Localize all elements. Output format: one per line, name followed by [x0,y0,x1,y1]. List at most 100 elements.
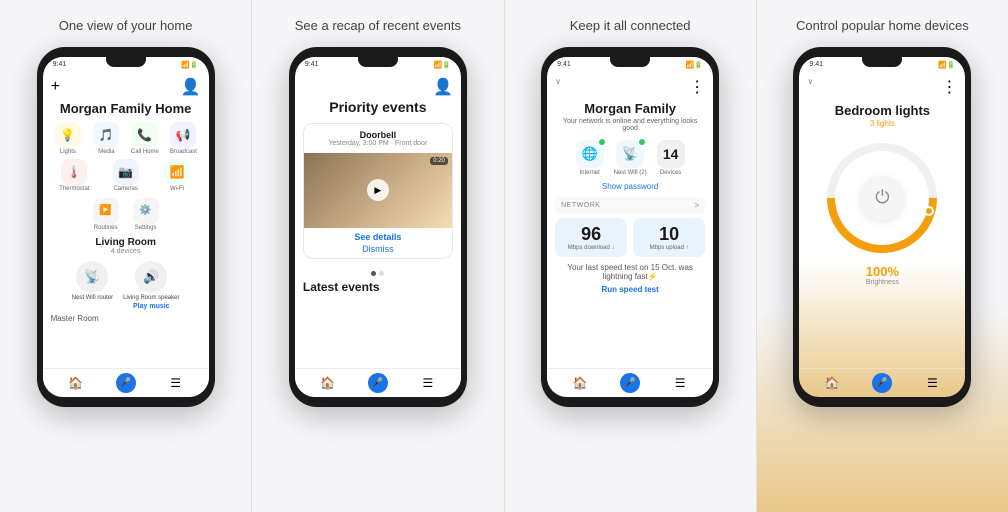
mic-button[interactable]: 🎤 [116,373,136,393]
lights-icon: 💡 [55,122,81,148]
see-details-link[interactable]: See details [354,232,401,242]
event-time: Yesterday, 3:00 PM · Front door [312,140,444,147]
media-icon: 🎵 [93,122,119,148]
routines-label: Routines [94,225,118,231]
download-card: 96 Mbps download ↓ [555,218,627,257]
event-header: Doorbell Yesterday, 3:00 PM · Front door [304,124,452,153]
status-icons-4: 📶🔋 [938,61,955,69]
nav-home-icon-4[interactable]: 🏠 [822,373,842,393]
add-icon[interactable]: + [51,78,60,96]
router-label: Nest Wifi router [72,295,113,301]
internet-item: 🌐 Internet [576,140,604,176]
panel4-title: Control popular home devices [796,18,969,35]
nav-list-icon-4[interactable]: ☰ [922,373,942,393]
icon-call[interactable]: 📞 Call Home [128,122,163,155]
device-router[interactable]: 📡 Nest Wifi router [72,261,113,301]
mic-button-2[interactable]: 🎤 [368,373,388,393]
speaker-label: Living Room speaker [123,295,179,301]
nav-home-icon-3[interactable]: 🏠 [570,373,590,393]
internet-label: Internet [579,170,599,176]
icon-broadcast[interactable]: 📢 Broadcast [166,122,201,155]
phone-4: 9:41 📶🔋 ∨ ⋮ Bedroom lights 3 lights [793,47,971,407]
thermostat-label: Thermostat [59,186,89,192]
phone-inner-4: 9:41 📶🔋 ∨ ⋮ Bedroom lights 3 lights [799,57,965,397]
panel2-title: See a recap of recent events [295,18,461,35]
light-control-ring: ⏻ [822,138,942,258]
p2-content: 👤 Priority events Doorbell Yesterday, 3:… [295,71,461,368]
avatar-2: 👤 [433,77,453,97]
notch-2 [358,57,398,67]
icons-grid-row1: 💡 Lights 🎵 Media 📞 Call Home 📢 [51,122,201,155]
ring-active [805,120,961,276]
notch-1 [106,57,146,67]
back-chevron-icon-4[interactable]: ∨ [807,77,813,97]
mic-button-4[interactable]: 🎤 [872,373,892,393]
device-speaker[interactable]: 🔊 Living Room speaker Play music [123,261,179,310]
p4-top-row: ∨ ⋮ [807,77,957,97]
wifi-icon: 📶 [164,159,190,185]
show-password-link[interactable]: Show password [602,182,658,191]
nav-list-icon[interactable]: ☰ [166,373,186,393]
p3-top-row: ∨ ⋮ [555,77,705,97]
bottom-nav-2: 🏠 🎤 ☰ [295,368,461,397]
latest-events-title: Latest events [303,280,380,294]
brightness-text: Brightness [866,279,899,286]
master-room-label: Master Room [51,314,99,323]
download-unit: Mbps download ↓ [561,245,621,251]
dismiss-link[interactable]: Dismiss [362,244,394,254]
play-music-link[interactable]: Play music [133,303,170,310]
time-3: 9:41 [557,61,571,68]
dots-indicator [371,271,384,276]
panel-devices: Control popular home devices 9:41 📶🔋 ∨ ⋮… [757,0,1008,512]
back-chevron-icon[interactable]: ∨ [555,77,561,97]
nav-home-icon-2[interactable]: 🏠 [318,373,338,393]
internet-badge [598,138,606,146]
devices-label: Devices [660,170,681,176]
media-label: Media [98,149,114,155]
more-icon[interactable]: ⋮ [689,77,705,97]
icon-cameras[interactable]: 📷 Cameras [102,159,149,192]
icon-lights[interactable]: 💡 Lights [51,122,86,155]
panel1-title: One view of your home [59,18,193,35]
nav-list-icon-3[interactable]: ☰ [670,373,690,393]
wifi-label: Wi-Fi [170,186,184,192]
room-title: Living Room [95,237,156,248]
time-4: 9:41 [809,61,823,68]
play-button[interactable]: ▶ [367,179,389,201]
speed-cards-row: 96 Mbps download ↓ 10 Mbps upload ↑ [555,218,705,257]
nav-home-icon[interactable]: 🏠 [66,373,86,393]
nest-wifi-icon: 📡 [616,140,644,168]
status-icons-2: 📶🔋 [433,61,450,69]
dot-2 [379,271,384,276]
icon-media[interactable]: 🎵 Media [89,122,124,155]
status-icons-3: 📶🔋 [686,61,703,69]
phone-3: 9:41 📶🔋 ∨ ⋮ Morgan Family Your network i… [541,47,719,407]
upload-speed: 10 [639,224,699,245]
settings-item[interactable]: ⚙️ Settings [133,198,159,231]
mic-button-3[interactable]: 🎤 [620,373,640,393]
internet-icon: 🌐 [576,140,604,168]
bottom-nav-4: 🏠 🎤 ☰ [799,368,965,397]
network-section-row[interactable]: NETWORK > [555,197,705,214]
call-icon: 📞 [132,122,158,148]
routines-settings-row: ▶️ Routines ⚙️ Settings [93,198,159,231]
routines-icon: ▶️ [93,198,119,224]
device-subtitle: 3 lights [870,119,895,128]
event-video-thumbnail[interactable]: 0:20 ▶ [304,153,452,228]
time-2: 9:41 [305,61,319,68]
network-home-title: Morgan Family [584,101,676,116]
more-icon-4[interactable]: ⋮ [941,77,957,97]
router-icon: 📡 [76,261,108,293]
wifi-item: 📡 Nest Wifi (2) [614,140,647,176]
event-actions: See details Dismiss [304,228,452,258]
run-speed-test-link[interactable]: Run speed test [601,285,658,294]
nav-list-icon-2[interactable]: ☰ [418,373,438,393]
phone-inner-3: 9:41 📶🔋 ∨ ⋮ Morgan Family Your network i… [547,57,713,397]
routines-item[interactable]: ▶️ Routines [93,198,119,231]
icon-wifi[interactable]: 📶 Wi-Fi [153,159,200,192]
icon-thermostat[interactable]: 🌡️ Thermostat [51,159,98,192]
network-chevron-icon: > [694,201,699,210]
time-1: 9:41 [53,61,67,68]
priority-events-title: Priority events [329,99,426,115]
upload-unit: Mbps upload ↑ [639,245,699,251]
